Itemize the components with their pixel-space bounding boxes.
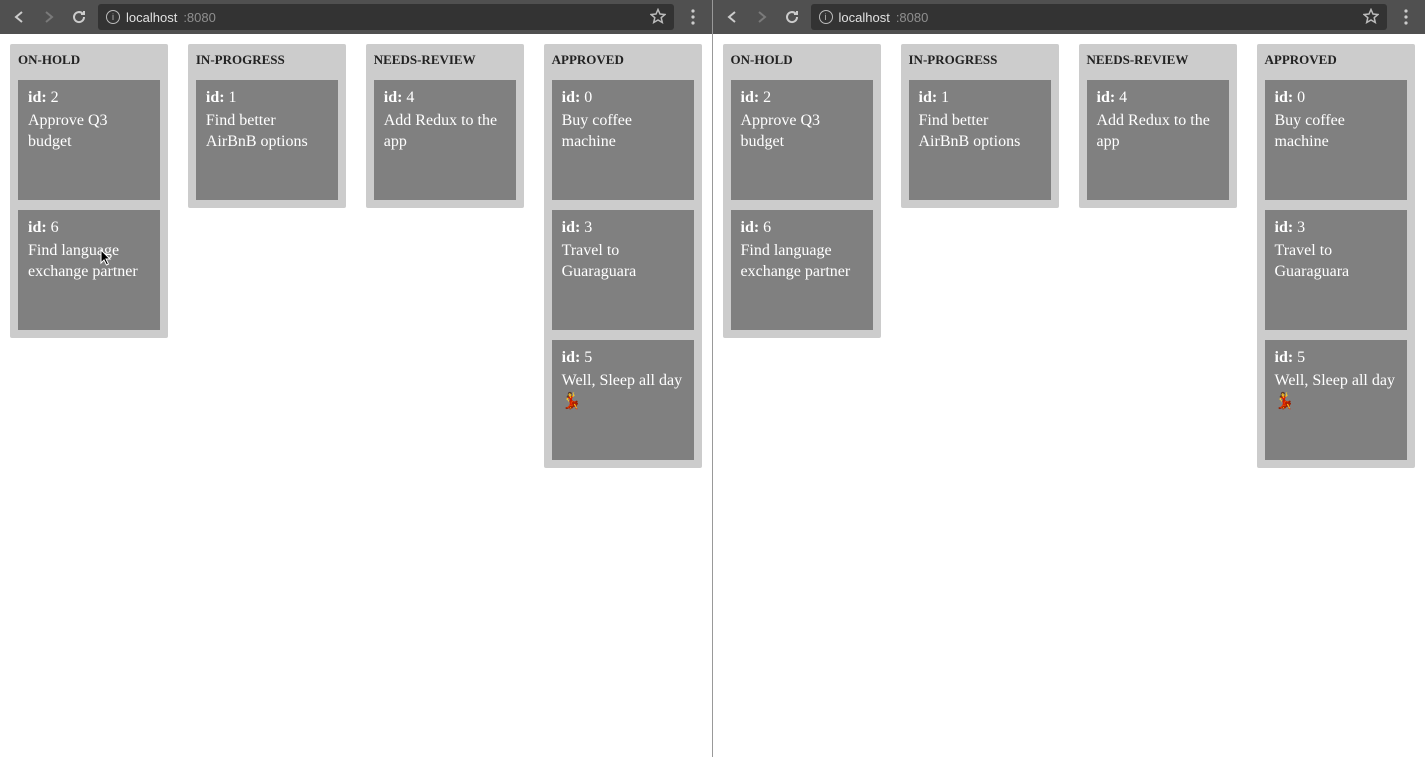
card-id-label: id:	[1275, 349, 1294, 366]
kanban-column[interactable]: IN-PROGRESS id: 1 Find better AirBnB optio…	[188, 44, 346, 208]
kanban-column[interactable]: IN-PROGRESS id: 1 Find better AirBnB optio…	[901, 44, 1059, 208]
browser-toolbar: i localhost :8080	[713, 0, 1425, 34]
kanban-card[interactable]: id: 2 Approve Q3 budget	[18, 80, 160, 200]
back-button[interactable]	[721, 6, 743, 28]
column-title: IN-PROGRESS	[196, 52, 338, 68]
card-description: Well, Sleep all day 💃	[562, 371, 684, 413]
column-title: ON-HOLD	[731, 52, 873, 68]
kanban-card[interactable]: id: 6 Find language exchange partner	[731, 210, 873, 330]
column-title: ON-HOLD	[18, 52, 160, 68]
card-description: Approve Q3 budget	[28, 111, 150, 153]
card-id-value: 3	[584, 219, 592, 236]
kanban-card[interactable]: id: 1 Find better AirBnB options	[196, 80, 338, 200]
card-id-value: 4	[406, 89, 414, 106]
card-id-label: id:	[28, 219, 47, 236]
site-info-icon[interactable]: i	[819, 10, 833, 24]
kanban-card[interactable]: id: 2 Approve Q3 budget	[731, 80, 873, 200]
menu-button[interactable]	[682, 6, 704, 28]
column-title: NEEDS-REVIEW	[374, 52, 516, 68]
reload-button[interactable]	[781, 6, 803, 28]
card-id-value: 2	[763, 89, 771, 106]
card-id-value: 5	[1297, 349, 1305, 366]
kanban-card[interactable]: id: 0 Buy coffee machine	[552, 80, 694, 200]
kanban-column[interactable]: NEEDS-REVIEW id: 4 Add Redux to the app	[366, 44, 524, 208]
card-id-value: 6	[763, 219, 771, 236]
kanban-card[interactable]: id: 0 Buy coffee machine	[1265, 80, 1407, 200]
card-id-label: id:	[28, 89, 47, 106]
kanban-card[interactable]: id: 5 Well, Sleep all day 💃	[552, 340, 694, 460]
kanban-board: ON-HOLD id: 2 Approve Q3 budget id: 6 Find l…	[723, 44, 1416, 468]
forward-button[interactable]	[751, 6, 773, 28]
card-id-label: id:	[384, 89, 403, 106]
kanban-card[interactable]: id: 4 Add Redux to the app	[374, 80, 516, 200]
card-id-label: id:	[206, 89, 225, 106]
card-description: Find better AirBnB options	[919, 111, 1041, 153]
card-id-value: 6	[51, 219, 59, 236]
kanban-column[interactable]: APPROVED id: 0 Buy coffee machine id: 3 Trav…	[544, 44, 702, 468]
card-id-label: id:	[562, 89, 581, 106]
card-description: Well, Sleep all day 💃	[1275, 371, 1397, 413]
bookmark-star-icon[interactable]	[650, 8, 666, 27]
column-title: IN-PROGRESS	[909, 52, 1051, 68]
url-port: :8080	[183, 10, 216, 25]
card-id-label: id:	[1275, 219, 1294, 236]
reload-button[interactable]	[68, 6, 90, 28]
card-description: Buy coffee machine	[1275, 111, 1397, 153]
address-bar[interactable]: i localhost :8080	[811, 4, 1388, 30]
forward-button[interactable]	[38, 6, 60, 28]
kanban-column[interactable]: ON-HOLD id: 2 Approve Q3 budget id: 6 Find l…	[723, 44, 881, 338]
card-description: Find better AirBnB options	[206, 111, 328, 153]
kanban-page: ON-HOLD id: 2 Approve Q3 budget id: 6 Find l…	[0, 34, 712, 757]
kanban-card[interactable]: id: 6 Find language exchange partner	[18, 210, 160, 330]
kanban-column[interactable]: ON-HOLD id: 2 Approve Q3 budget id: 6 Find l…	[10, 44, 168, 338]
url-host: localhost	[839, 10, 890, 25]
card-id-value: 1	[941, 89, 949, 106]
kanban-card[interactable]: id: 4 Add Redux to the app	[1087, 80, 1229, 200]
back-button[interactable]	[8, 6, 30, 28]
card-description: Travel to Guaraguara	[562, 241, 684, 283]
card-id-label: id:	[741, 89, 760, 106]
card-id-value: 3	[1297, 219, 1305, 236]
address-bar[interactable]: i localhost :8080	[98, 4, 674, 30]
card-id-label: id:	[919, 89, 938, 106]
card-description: Add Redux to the app	[1097, 111, 1219, 153]
card-description: Find language exchange partner	[741, 241, 863, 283]
card-description: Approve Q3 budget	[741, 111, 863, 153]
card-id-value: 2	[51, 89, 59, 106]
kanban-page: ON-HOLD id: 2 Approve Q3 budget id: 6 Find l…	[713, 34, 1425, 757]
kanban-column[interactable]: NEEDS-REVIEW id: 4 Add Redux to the app	[1079, 44, 1237, 208]
card-id-value: 1	[229, 89, 237, 106]
browser-window: i localhost :8080 ON-HOLD id: 2 Approve Q3 bu…	[0, 0, 713, 757]
url-port: :8080	[896, 10, 929, 25]
column-title: APPROVED	[1265, 52, 1407, 68]
card-description: Travel to Guaraguara	[1275, 241, 1397, 283]
card-id-label: id:	[1097, 89, 1116, 106]
card-description: Add Redux to the app	[384, 111, 506, 153]
browser-window: i localhost :8080 ON-HOLD id: 2 Approve Q3 bu…	[713, 0, 1425, 757]
card-id-label: id:	[741, 219, 760, 236]
card-id-value: 0	[1297, 89, 1305, 106]
kanban-card[interactable]: id: 3 Travel to Guaraguara	[552, 210, 694, 330]
kanban-card[interactable]: id: 1 Find better AirBnB options	[909, 80, 1051, 200]
card-description: Find language exchange partner	[28, 241, 150, 283]
url-host: localhost	[126, 10, 177, 25]
card-id-value: 4	[1119, 89, 1127, 106]
kanban-board: ON-HOLD id: 2 Approve Q3 budget id: 6 Find l…	[10, 44, 702, 468]
column-title: NEEDS-REVIEW	[1087, 52, 1229, 68]
browser-toolbar: i localhost :8080	[0, 0, 712, 34]
kanban-column[interactable]: APPROVED id: 0 Buy coffee machine id: 3 Trav…	[1257, 44, 1415, 468]
bookmark-star-icon[interactable]	[1363, 8, 1379, 27]
site-info-icon[interactable]: i	[106, 10, 120, 24]
card-id-label: id:	[1275, 89, 1294, 106]
card-id-value: 0	[584, 89, 592, 106]
card-id-label: id:	[562, 349, 581, 366]
kanban-card[interactable]: id: 3 Travel to Guaraguara	[1265, 210, 1407, 330]
card-id-label: id:	[562, 219, 581, 236]
card-id-value: 5	[584, 349, 592, 366]
column-title: APPROVED	[552, 52, 694, 68]
card-description: Buy coffee machine	[562, 111, 684, 153]
kanban-card[interactable]: id: 5 Well, Sleep all day 💃	[1265, 340, 1407, 460]
menu-button[interactable]	[1395, 6, 1417, 28]
